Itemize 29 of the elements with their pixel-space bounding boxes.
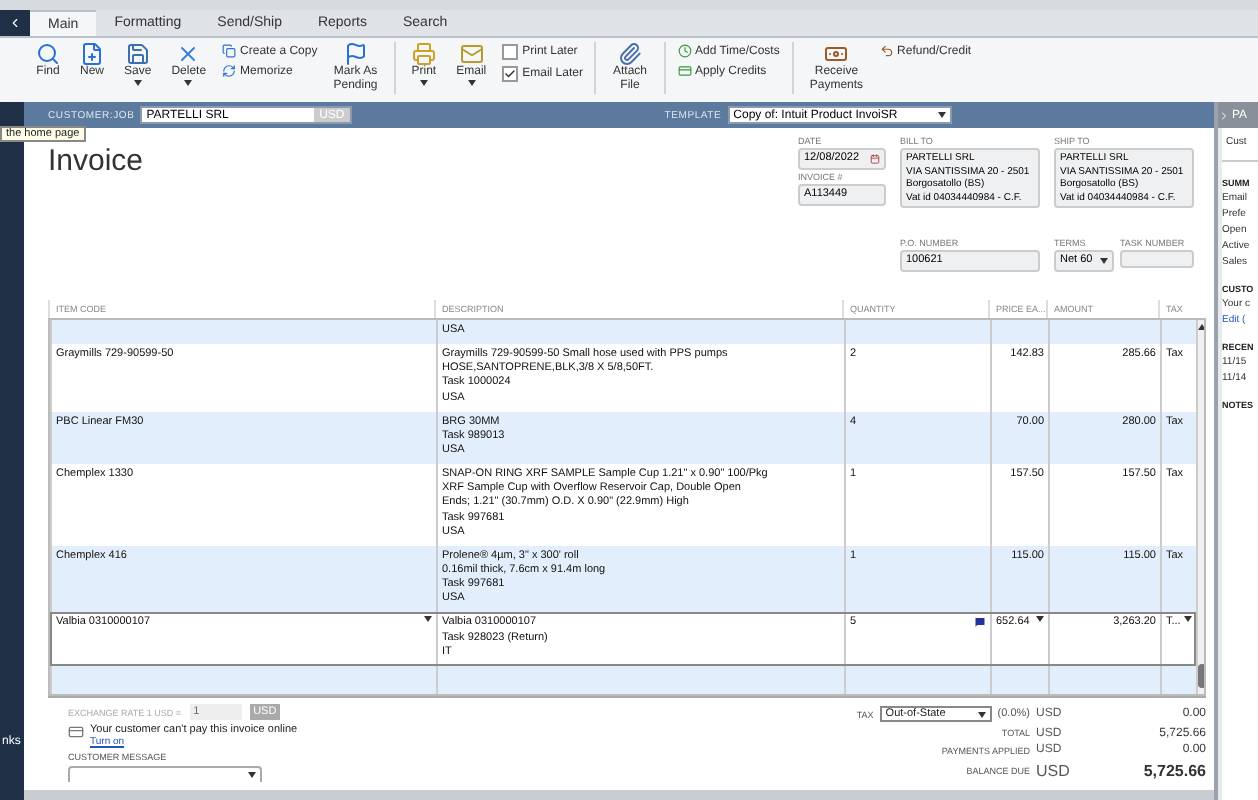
calendar-icon[interactable]	[870, 154, 880, 165]
caret-icon[interactable]	[467, 79, 476, 86]
caret-icon[interactable]	[133, 79, 142, 86]
caret-icon[interactable]	[184, 79, 193, 86]
total-value: 5,725.66	[1141, 761, 1206, 780]
delete-icon	[176, 42, 201, 66]
print-icon	[411, 42, 436, 66]
email-icon	[459, 42, 484, 66]
caret-icon[interactable]	[977, 711, 986, 718]
invoice-title: Invoice	[48, 144, 146, 182]
caret-icon[interactable]	[248, 772, 256, 778]
checkbox[interactable]	[502, 66, 519, 82]
caret-icon[interactable]	[937, 112, 946, 118]
attach-icon	[617, 42, 642, 66]
search-icon	[36, 42, 60, 66]
copy-icon	[222, 44, 237, 58]
caret-icon[interactable]	[1100, 257, 1108, 264]
task-number-field[interactable]	[1120, 249, 1194, 268]
save-icon	[125, 42, 150, 66]
customer-message-field[interactable]	[68, 766, 262, 782]
collapse-icon[interactable]	[8, 16, 22, 30]
caret-icon[interactable]	[419, 79, 428, 86]
card-icon	[68, 724, 84, 740]
checkbox[interactable]	[502, 44, 519, 60]
note-icon[interactable]	[974, 616, 986, 629]
scroll-up-icon[interactable]	[1198, 324, 1204, 330]
currency-text: USD	[1036, 761, 1072, 780]
scroll-thumb[interactable]	[1198, 664, 1204, 688]
new-icon	[80, 42, 104, 66]
